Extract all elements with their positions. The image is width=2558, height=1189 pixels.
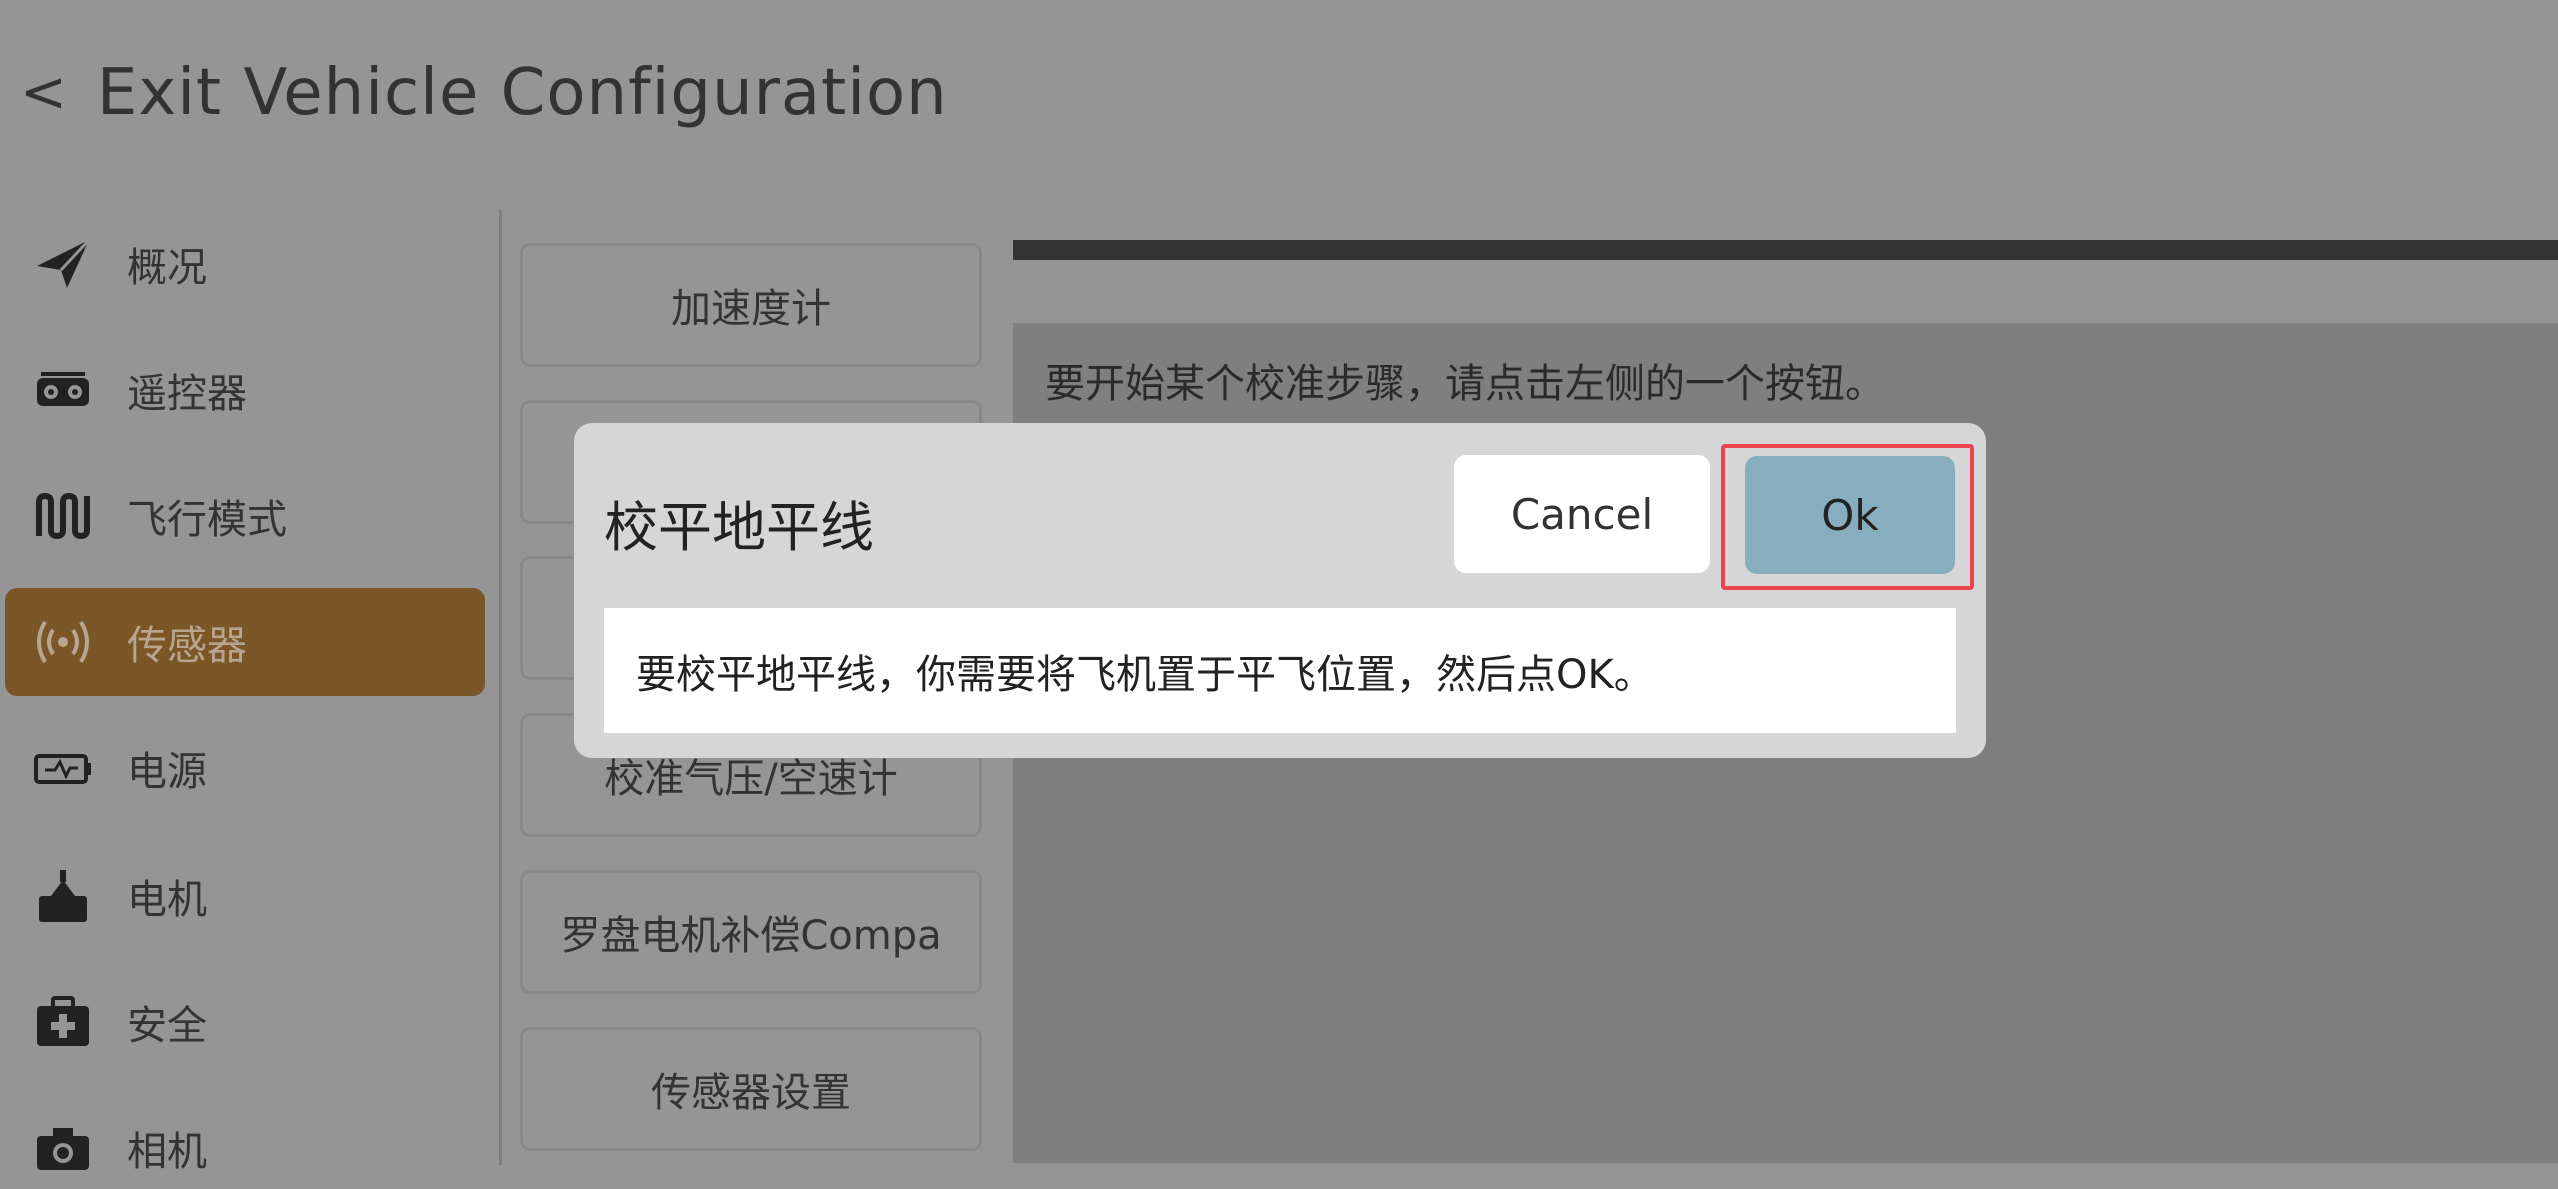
sensor-wave-icon bbox=[33, 612, 103, 672]
first-aid-kit-icon bbox=[33, 992, 103, 1052]
header: < Exit Vehicle Configuration bbox=[0, 0, 2558, 185]
sidebar-item-camera[interactable]: 相机 bbox=[5, 1094, 485, 1189]
sidebar-item-label: 相机 bbox=[127, 1129, 207, 1175]
compass-motor-compensation-button[interactable]: 罗盘电机补偿Compa bbox=[520, 870, 982, 994]
sidebar-item-label: 遥控器 bbox=[127, 371, 247, 417]
page-title: Exit Vehicle Configuration bbox=[96, 55, 948, 130]
sidebar-item-overview[interactable]: 概况 bbox=[5, 210, 485, 318]
radio-remote-icon bbox=[33, 360, 103, 420]
cancel-button[interactable]: Cancel bbox=[1454, 455, 1710, 573]
sidebar-item-motors[interactable]: 电机 bbox=[5, 842, 485, 950]
dialog-message-text: 要校平地平线，你需要将飞机置于平飞位置，然后点OK。 bbox=[636, 651, 1654, 698]
dialog-title: 校平地平线 bbox=[604, 496, 874, 559]
exit-vehicle-configuration-button[interactable]: < Exit Vehicle Configuration bbox=[20, 56, 948, 130]
sidebar-divider bbox=[499, 210, 502, 1165]
paper-plane-icon bbox=[33, 234, 103, 294]
level-horizon-dialog: 校平地平线 Cancel Ok 要校平地平线，你需要将飞机置于平飞位置，然后点O… bbox=[574, 423, 1986, 758]
accelerometer-button[interactable]: 加速度计 bbox=[520, 243, 982, 367]
sidebar-item-sensors[interactable]: 传感器 bbox=[5, 588, 485, 696]
battery-icon bbox=[33, 738, 103, 798]
motor-icon bbox=[33, 866, 103, 926]
camera-icon bbox=[33, 1118, 103, 1178]
sidebar: 概况 遥控器 飞行模式 传感器 电源 电机 安全 相机 bbox=[0, 210, 490, 1189]
dialog-message: 要校平地平线，你需要将飞机置于平飞位置，然后点OK。 bbox=[604, 608, 1956, 733]
progress-bar bbox=[1013, 240, 2558, 260]
sidebar-item-power[interactable]: 电源 bbox=[5, 714, 485, 822]
chevron-left-icon: < bbox=[20, 60, 67, 125]
sidebar-item-label: 电机 bbox=[127, 877, 207, 923]
sidebar-item-safety[interactable]: 安全 bbox=[5, 968, 485, 1076]
sidebar-item-label: 电源 bbox=[127, 749, 207, 795]
sidebar-item-label: 安全 bbox=[127, 1003, 207, 1049]
sensor-settings-button[interactable]: 传感器设置 bbox=[520, 1027, 982, 1151]
sidebar-item-flight-modes[interactable]: 飞行模式 bbox=[5, 462, 485, 570]
sidebar-item-label: 飞行模式 bbox=[127, 497, 287, 543]
sidebar-item-label: 概况 bbox=[127, 245, 207, 291]
calibration-instruction: 要开始某个校准步骤，请点击左侧的一个按钮。 bbox=[1045, 361, 1885, 407]
vehicle-configuration-screen: < Exit Vehicle Configuration 概况 遥控器 飞行模式 bbox=[0, 0, 2558, 1189]
sidebar-item-radio[interactable]: 遥控器 bbox=[5, 336, 485, 444]
waveform-icon bbox=[33, 486, 103, 546]
sidebar-item-label: 传感器 bbox=[127, 623, 247, 669]
ok-button[interactable]: Ok bbox=[1745, 456, 1955, 574]
